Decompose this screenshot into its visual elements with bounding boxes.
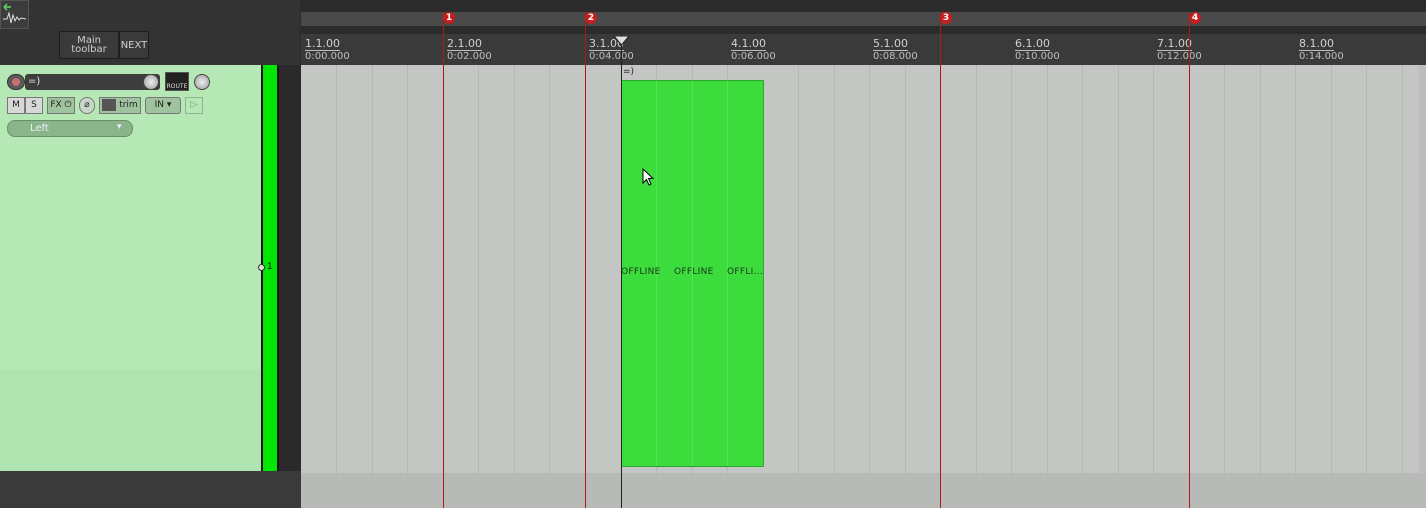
play-icon[interactable]: ▷: [185, 97, 203, 114]
trim-label: trim: [119, 100, 138, 110]
marker-4[interactable]: 4: [1189, 12, 1201, 24]
power-icon: ⏻: [64, 100, 72, 110]
marker-2[interactable]: 2: [585, 12, 597, 24]
phase-button[interactable]: ⌀: [79, 97, 95, 114]
grid-line: [1295, 65, 1296, 508]
offline-label: OFFLI...: [727, 267, 764, 277]
grid-line: [976, 65, 977, 508]
route-button[interactable]: ROUTE: [165, 72, 189, 91]
next-button[interactable]: NEXT: [119, 31, 149, 59]
marker-line: [443, 12, 444, 508]
record-arm-button[interactable]: [7, 74, 25, 90]
vertical-scrollbar[interactable]: [1419, 65, 1426, 473]
main-toolbar-button[interactable]: Main toolbar: [59, 31, 119, 59]
automation-mode-button[interactable]: trim: [99, 97, 141, 114]
track-resize-handle[interactable]: [258, 264, 265, 271]
main-toolbar-label: Main toolbar: [71, 35, 107, 55]
grid-line: [1011, 65, 1012, 508]
marker-1[interactable]: 1: [443, 12, 455, 24]
marker-line: [585, 12, 586, 508]
envelope-icon: [102, 98, 117, 111]
input-label: IN: [154, 100, 164, 110]
marker-lane[interactable]: [301, 12, 1426, 26]
offline-label: OFFLINE: [674, 267, 714, 277]
fx-button[interactable]: FX ⏻: [47, 97, 75, 114]
grid-line: [549, 65, 550, 508]
ruler-label: 2.1.00 0:02.000: [447, 37, 492, 62]
ruler-label: 1.1.00 0:00.000: [305, 37, 350, 62]
marker-line: [940, 12, 941, 508]
toolbar-area: [0, 0, 300, 65]
mouse-pointer-icon: [642, 167, 655, 190]
track-control-panel-lower: [0, 370, 261, 471]
input-monitor-button[interactable]: IN ▾: [145, 97, 181, 114]
volume-knob[interactable]: [143, 74, 159, 90]
grid-line: [478, 65, 479, 508]
grid-line: [407, 65, 408, 508]
grid-line: [336, 65, 337, 508]
track-number: 1: [267, 262, 273, 272]
fx-label: FX: [50, 100, 62, 110]
grid-line: [1082, 65, 1083, 508]
edit-cursor-icon[interactable]: [612, 35, 631, 49]
waveform-icon: [3, 3, 27, 24]
next-label: NEXT: [120, 39, 148, 51]
grid-line: [1118, 65, 1119, 508]
chevron-down-icon: ▾: [166, 100, 172, 110]
grid-line: [869, 65, 870, 508]
grid-line: [514, 65, 515, 508]
grid-line: [1366, 65, 1367, 508]
grid-line: [1224, 65, 1225, 508]
mute-button[interactable]: M: [7, 97, 25, 114]
waveform-toolbar-icon[interactable]: [0, 0, 29, 29]
chevron-down-icon[interactable]: ▾: [117, 122, 122, 132]
grid-line: [798, 65, 799, 508]
fx-chain-slot[interactable]: Left: [7, 120, 133, 137]
ruler-label: 7.1.00 0:12.000: [1157, 37, 1202, 62]
fx-chain-label: Left: [30, 123, 49, 134]
ruler-label: 8.1.00 0:14.000: [1299, 37, 1344, 62]
grid-line: [1153, 65, 1154, 508]
tcp-divider: [279, 65, 301, 471]
item-name: =): [623, 67, 635, 77]
route-label: ROUTE: [166, 83, 188, 90]
arrange-empty-area[interactable]: [301, 473, 1426, 508]
ruler-label: 4.1.00 0:06.000: [731, 37, 776, 62]
grid-line: [372, 65, 373, 508]
grid-line: [1331, 65, 1332, 508]
grid-line: [834, 65, 835, 508]
offline-label: OFFLINE: [621, 267, 661, 277]
pan-knob[interactable]: [194, 74, 210, 90]
grid-line: [1047, 65, 1048, 508]
phase-icon: ⌀: [84, 100, 90, 110]
grid-line: [905, 65, 906, 508]
grid-line: [1260, 65, 1261, 508]
marker-line: [1189, 12, 1190, 508]
solo-button[interactable]: S: [25, 97, 43, 114]
grid-line: [1402, 65, 1403, 508]
arrange-view[interactable]: [301, 65, 1419, 473]
edit-cursor-line: [621, 34, 622, 508]
ruler-label: 6.1.00 0:10.000: [1015, 37, 1060, 62]
marker-3[interactable]: 3: [940, 12, 952, 24]
track-name-field[interactable]: =): [25, 74, 160, 90]
tcp-empty-area: [0, 471, 301, 508]
ruler-label: 5.1.00 0:08.000: [873, 37, 918, 62]
